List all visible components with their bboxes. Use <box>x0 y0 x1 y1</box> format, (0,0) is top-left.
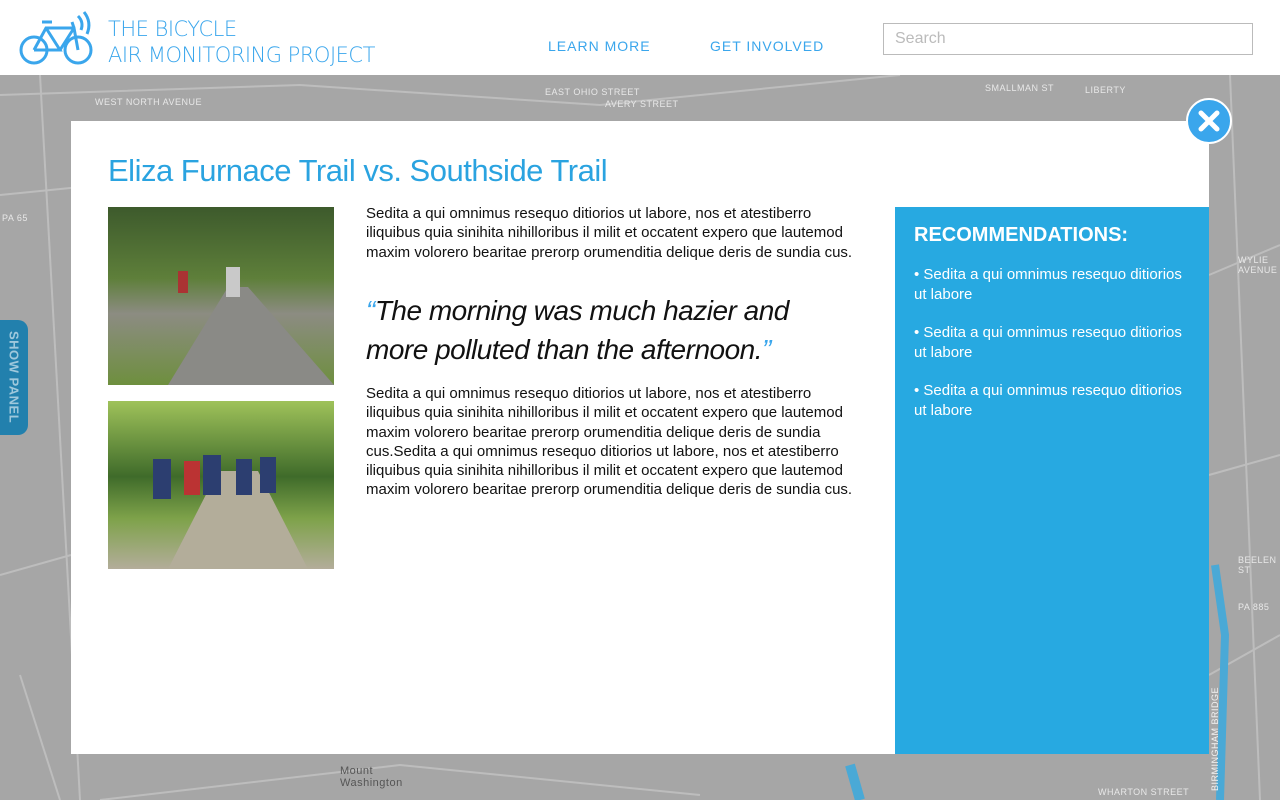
map-label: WHARTON STREET <box>1098 787 1190 797</box>
intro-paragraph: Sedita a qui omnimus resequo ditiorios u… <box>366 205 853 261</box>
recommendation-item: • Sedita a qui omnimus resequo ditiorios… <box>914 382 1182 419</box>
close-icon <box>1198 110 1220 132</box>
nav-learn-more[interactable]: LEARN MORE <box>548 38 651 54</box>
nav-get-involved[interactable]: GET INVOLVED <box>710 38 824 54</box>
quote-close-mark: ” <box>762 334 771 365</box>
trail-comparison-modal: Eliza Furnace Trail vs. Southside Trail … <box>71 121 1209 754</box>
brand-line-1: THE BICYCLE <box>108 17 237 41</box>
close-modal-button[interactable] <box>1186 98 1232 144</box>
bicycle-logo-icon[interactable] <box>18 10 94 68</box>
map-label: AVERY STREET <box>605 99 679 109</box>
map-label: WEST NORTH AVENUE <box>95 97 203 107</box>
trail-photo-group <box>108 401 334 569</box>
show-panel-tab[interactable]: SHOW PANEL <box>0 320 28 435</box>
map-label: SMALLMAN ST <box>985 83 1055 93</box>
search-input[interactable] <box>883 23 1253 55</box>
quote-text: The morning was much hazier and more pol… <box>366 295 789 365</box>
brand-title[interactable]: THE BICYCLE AIR MONITORING PROJECT <box>108 16 375 68</box>
modal-title: Eliza Furnace Trail vs. Southside Trail <box>108 153 608 188</box>
recommendation-item: • Sedita a qui omnimus resequo ditiorios… <box>914 324 1182 361</box>
map-label: PA 65 <box>2 213 28 223</box>
pull-quote: “The morning was much hazier and more po… <box>366 291 846 369</box>
map-label: LIBERTY <box>1085 85 1126 95</box>
recommendations-panel: RECOMMENDATIONS: • Sedita a qui omnimus … <box>895 207 1209 754</box>
quote-open-mark: “ <box>366 295 375 326</box>
map-label: BIRMINGHAM BRIDGE <box>1210 687 1220 792</box>
map-label: PA 885 <box>1238 602 1270 612</box>
body-paragraph: Sedita a qui omnimus resequo ditiorios u… <box>366 385 853 499</box>
trail-photo-cyclists <box>108 207 334 385</box>
map-label: BEELEN ST <box>1238 555 1277 575</box>
brand-line-2: AIR MONITORING PROJECT <box>108 43 375 67</box>
recommendation-item: • Sedita a qui omnimus resequo ditiorios… <box>914 266 1182 303</box>
map-label: WYLIE AVENUE <box>1238 255 1278 275</box>
map-label: Mount Washington <box>340 765 403 789</box>
site-header: THE BICYCLE AIR MONITORING PROJECT LEARN… <box>0 0 1280 75</box>
map-label: EAST OHIO STREET <box>545 87 640 97</box>
recommendations-title: RECOMMENDATIONS: <box>914 224 1129 246</box>
